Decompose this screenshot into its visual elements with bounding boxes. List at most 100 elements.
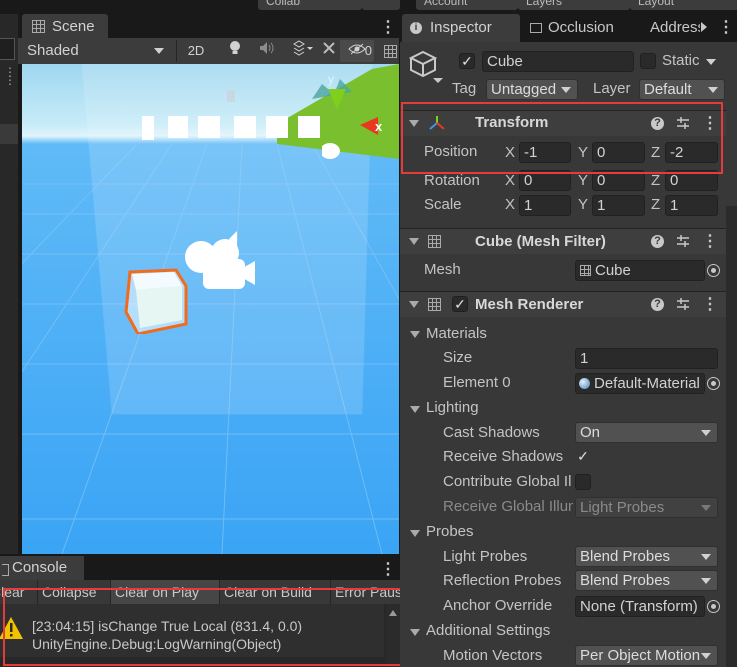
element0-material-field[interactable]: Default-Material (575, 373, 705, 394)
rotation-z-value: 0 (670, 172, 679, 189)
scene-audio-toggle[interactable] (254, 40, 280, 62)
scene-menu-kebab-icon[interactable]: ⋮ (380, 17, 396, 37)
tab-inspector[interactable]: i Inspector (402, 14, 520, 42)
mesh-filter-header[interactable]: Cube (Mesh Filter) ? ⋮ (400, 228, 726, 254)
occlusion-icon (530, 23, 542, 33)
help-icon[interactable]: ? (651, 298, 664, 311)
scene-visibility-toggle[interactable]: 0 (340, 40, 374, 62)
scale-label: Scale (424, 196, 462, 213)
tab-addressables[interactable]: Addressables (648, 14, 700, 42)
tag-dropdown[interactable]: Untagged (486, 79, 578, 100)
account-button[interactable]: Account (416, 0, 518, 10)
console-icon (2, 564, 9, 576)
element0-value: Default-Material (594, 375, 700, 392)
grid-toggle[interactable] (382, 40, 399, 62)
receive-gi-label: Receive Global Illumination (443, 498, 573, 515)
probes-foldout-icon[interactable] (410, 530, 420, 537)
object-name-field[interactable]: Cube (482, 51, 634, 72)
receive-gi-dropdown[interactable]: Light Probes (575, 497, 718, 518)
camera-icon[interactable] (177, 231, 257, 297)
static-dropdown-icon[interactable] (706, 59, 716, 65)
receive-shadows-checkbox[interactable]: ✓ (575, 449, 591, 465)
scene-tab-label: Scene (52, 18, 95, 35)
help-icon[interactable]: ? (651, 235, 664, 248)
account-label: Account (424, 0, 468, 8)
active-checkbox[interactable]: ✓ (459, 53, 475, 69)
materials-foldout-icon[interactable] (410, 331, 420, 338)
object-picker-icon[interactable] (707, 377, 720, 390)
object-picker-icon[interactable] (707, 600, 720, 613)
scene-viewport[interactable]: y x (22, 64, 399, 554)
cloud-button[interactable] (362, 0, 400, 10)
lighting-label: Lighting (426, 399, 479, 416)
scene-orientation-gizmo[interactable]: y x (322, 69, 382, 169)
blurred-text-block (266, 116, 288, 138)
presets-sliders-icon[interactable] (676, 234, 690, 248)
layers-button[interactable]: Layers (518, 0, 630, 10)
materials-size-field[interactable]: 1 (575, 348, 718, 369)
tab-scroll-right-icon[interactable] (701, 22, 707, 32)
tab-scene[interactable]: Scene (22, 14, 108, 38)
static-checkbox[interactable] (640, 53, 656, 69)
chevron-down-icon (708, 87, 718, 93)
size-value: 1 (580, 350, 589, 367)
scale-z-label: Z (651, 196, 661, 213)
gizmo-icon-toggle[interactable] (322, 40, 336, 62)
scale-y-field[interactable]: 1 (592, 195, 645, 216)
addressables-tab-label: Addressables (650, 19, 700, 36)
gizmo-x-label: x (375, 119, 382, 134)
mesh-object-field[interactable]: Cube (575, 260, 705, 281)
gameobject-cube-icon (409, 50, 443, 83)
tag-value: Untagged (491, 81, 557, 98)
size-label: Size (443, 349, 473, 366)
scene-effects-dropdown[interactable] (286, 40, 320, 62)
presets-sliders-icon[interactable] (676, 297, 690, 311)
shading-mode-value: Shaded (27, 42, 79, 59)
reflection-probes-dropdown[interactable]: Blend Probes (575, 570, 718, 591)
layer-value: Default (644, 81, 692, 98)
inspector-scrollbar[interactable] (726, 206, 737, 667)
scale-z-field[interactable]: 1 (665, 195, 718, 216)
mesh-renderer-header[interactable]: ✓ Mesh Renderer ? ⋮ (400, 291, 726, 317)
hierarchy-search-edge[interactable] (0, 38, 15, 60)
lighting-foldout-icon[interactable] (410, 406, 420, 413)
additional-settings-foldout-icon[interactable] (410, 629, 420, 636)
contribute-gi-checkbox[interactable] (575, 474, 591, 490)
hierarchy-selected-row[interactable] (0, 124, 18, 144)
effects-icon (293, 40, 313, 56)
light-probes-value: Blend Probes (580, 548, 671, 565)
rotation-x-value: 0 (524, 172, 533, 189)
layer-dropdown[interactable]: Default (639, 79, 725, 100)
component-menu-kebab-icon[interactable]: ⋮ (702, 294, 718, 314)
anchor-override-field[interactable]: None (Transform) (575, 596, 705, 617)
tab-occlusion[interactable]: Occlusion (528, 14, 638, 42)
scale-y-value: 1 (597, 197, 606, 214)
light-probes-dropdown[interactable]: Blend Probes (575, 546, 718, 567)
rotation-x-label: X (505, 172, 516, 189)
gizmo-y-label: y (328, 72, 334, 86)
chevron-down-icon (154, 48, 164, 54)
hierarchy-kebab-icon[interactable]: ⋮ ⋮ (4, 66, 16, 86)
mesh-filter-icon (428, 235, 441, 248)
component-menu-kebab-icon[interactable]: ⋮ (702, 231, 718, 251)
toggle-2d-button[interactable]: 2D (182, 40, 210, 62)
chevron-down-icon (701, 554, 711, 560)
rotation-y-label: Y (578, 172, 589, 189)
inspector-menu-kebab-icon[interactable]: ⋮ (718, 17, 734, 37)
material-sphere-icon (579, 378, 590, 389)
shading-mode-dropdown[interactable]: Shaded (20, 40, 172, 62)
console-menu-kebab-icon[interactable]: ⋮ (380, 559, 396, 579)
collab-button[interactable]: Collab (258, 0, 362, 10)
object-name-value: Cube (487, 53, 523, 70)
scale-x-field[interactable]: 1 (519, 195, 571, 216)
cast-shadows-dropdown[interactable]: On (575, 422, 718, 443)
rotation-y-value: 0 (597, 172, 606, 189)
object-picker-icon[interactable] (707, 264, 720, 277)
layout-button[interactable]: Layout (630, 0, 737, 10)
layers-label: Layers (526, 0, 563, 8)
scene-lighting-toggle[interactable] (222, 40, 248, 62)
tab-console[interactable]: Console (0, 556, 84, 580)
mesh-renderer-enabled-checkbox[interactable]: ✓ (452, 296, 468, 312)
motion-vectors-dropdown[interactable]: Per Object Motion (575, 645, 718, 666)
tag-label: Tag (452, 80, 477, 97)
